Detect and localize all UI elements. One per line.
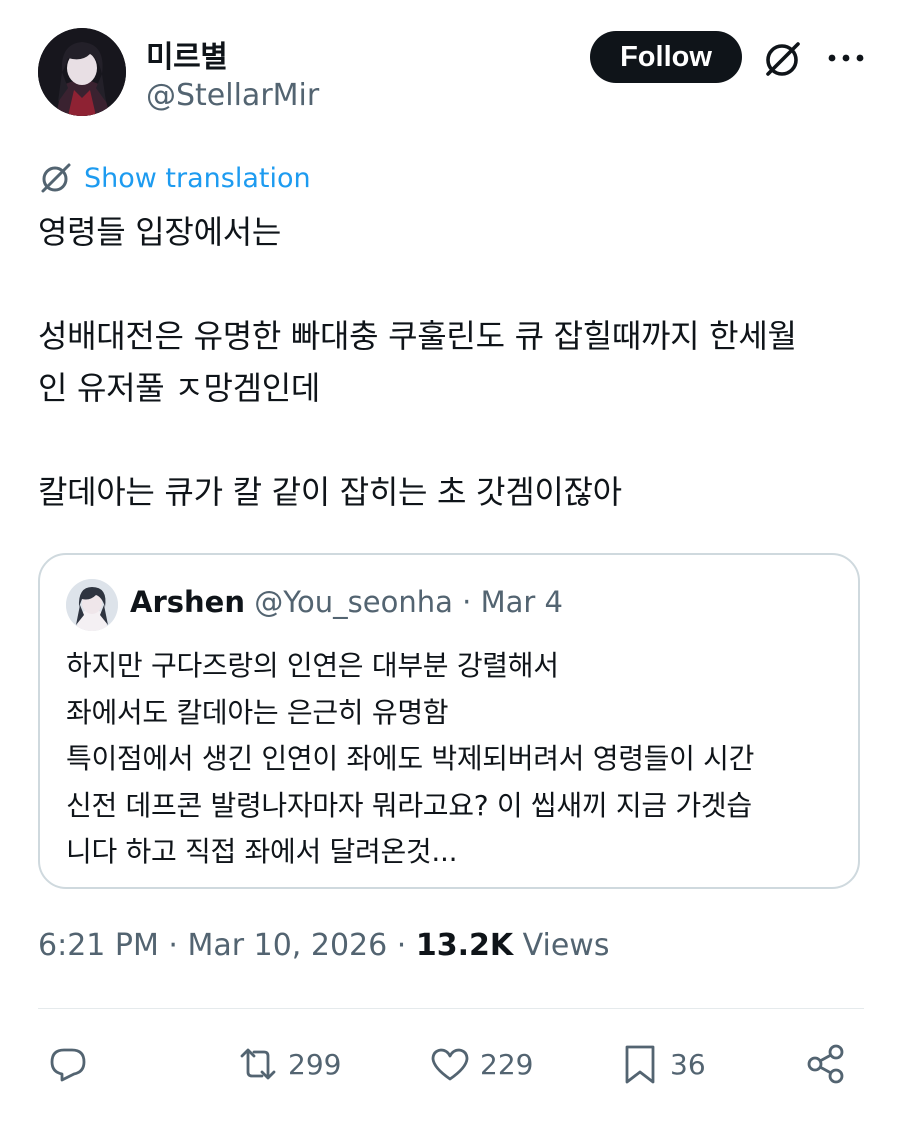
views-count: 13.2K bbox=[415, 928, 514, 963]
tweet-text: 영령들 입장에서는 성배대전은 유명한 빠대충 쿠훌린도 큐 잡힐때까지 한세월… bbox=[38, 213, 797, 511]
meta-separator: · bbox=[158, 928, 188, 963]
grok-icon[interactable] bbox=[762, 38, 804, 80]
author-avatar[interactable] bbox=[38, 28, 126, 116]
quoted-separator: · bbox=[452, 585, 481, 619]
bookmark-icon bbox=[625, 1045, 655, 1084]
quoted-author-avatar bbox=[66, 579, 118, 631]
tweet-header: 미르별 @StellarMir Follow bbox=[38, 28, 868, 128]
views-label: Views bbox=[513, 928, 610, 963]
quoted-author-name: Arshen bbox=[130, 585, 245, 619]
show-translation-label[interactable]: Show translation bbox=[84, 163, 311, 194]
meta-separator: · bbox=[387, 928, 416, 963]
quoted-date: Mar 4 bbox=[480, 585, 563, 619]
quoted-tweet-header: Arshen @You_seonha · Mar 4 bbox=[130, 585, 563, 619]
follow-button[interactable]: Follow bbox=[590, 31, 742, 83]
share-button[interactable] bbox=[804, 1036, 848, 1092]
show-translation-link[interactable]: Show translation bbox=[38, 158, 311, 198]
retweet-button[interactable]: 299 bbox=[236, 1036, 341, 1092]
author-display-name[interactable]: 미르별 bbox=[146, 32, 228, 76]
like-button[interactable]: 229 bbox=[428, 1036, 533, 1092]
retweet-count: 299 bbox=[288, 1047, 342, 1081]
tweet-date[interactable]: Mar 10, 2026 bbox=[188, 928, 388, 963]
bookmark-count: 36 bbox=[670, 1047, 706, 1081]
like-count: 229 bbox=[480, 1047, 534, 1081]
action-bar: 299 229 36 bbox=[38, 1036, 868, 1096]
quoted-tweet-text: 하지만 구다즈랑의 인연은 대부분 강렬해서 좌에서도 칼데아는 은근히 유명함… bbox=[66, 649, 755, 868]
bookmark-button[interactable]: 36 bbox=[618, 1036, 706, 1092]
divider bbox=[38, 1008, 864, 1009]
author-handle[interactable]: @StellarMir bbox=[146, 78, 319, 113]
share-icon bbox=[807, 1044, 844, 1084]
tweet-metadata: 6:21 PM · Mar 10, 2026 · 13.2K Views bbox=[38, 928, 609, 963]
more-options-icon[interactable] bbox=[826, 46, 866, 70]
quoted-tweet[interactable]: Arshen @You_seonha · Mar 4 하지만 구다즈랑의 인연은… bbox=[38, 553, 860, 889]
quoted-author-handle: @You_seonha bbox=[254, 585, 453, 619]
heart-icon bbox=[431, 1048, 469, 1081]
grok-translate-icon bbox=[41, 163, 71, 193]
retweet-icon bbox=[240, 1048, 276, 1080]
reply-icon bbox=[50, 1048, 86, 1082]
tweet-time[interactable]: 6:21 PM bbox=[38, 928, 159, 963]
reply-button[interactable] bbox=[46, 1036, 90, 1092]
